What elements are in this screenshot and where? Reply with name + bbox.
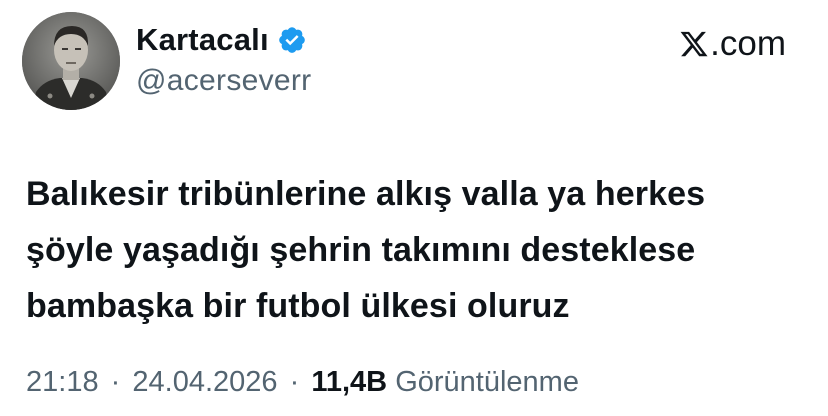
views-label: Görüntülenme — [395, 366, 579, 398]
tweet-line: Balıkesir tribünlerine alkış valla ya he… — [26, 175, 706, 213]
author-name-row: Kartacalı — [136, 20, 307, 60]
author-display-name[interactable]: Kartacalı — [136, 22, 269, 58]
tweet-meta: 21:18 · 24.04.2026 · 11,4B Görüntülenme — [26, 366, 579, 399]
author-handle[interactable]: @acerseverr — [136, 64, 311, 98]
tweet-time[interactable]: 21:18 — [26, 366, 99, 398]
tweet-card: Kartacalı @acerseverr .com Balıkesir tri… — [0, 0, 828, 416]
meta-separator: · — [289, 366, 300, 398]
verified-badge-icon — [277, 25, 307, 55]
meta-separator: · — [110, 366, 121, 398]
tweet-text: Balıkesir tribünlerine alkış valla ya he… — [26, 166, 806, 334]
tweet-line: şöyle yaşadığı şehrin takımını destekles… — [26, 231, 696, 269]
brand-watermark: .com — [679, 24, 786, 64]
views-count: 11,4B — [311, 366, 388, 398]
avatar-photo — [22, 12, 120, 110]
tweet-line: bambaşka bir futbol ülkesi oluruz — [26, 287, 570, 325]
brand-label: .com — [710, 24, 786, 63]
x-logo-icon — [680, 31, 708, 57]
avatar[interactable] — [22, 12, 120, 110]
tweet-date[interactable]: 24.04.2026 — [132, 366, 277, 398]
